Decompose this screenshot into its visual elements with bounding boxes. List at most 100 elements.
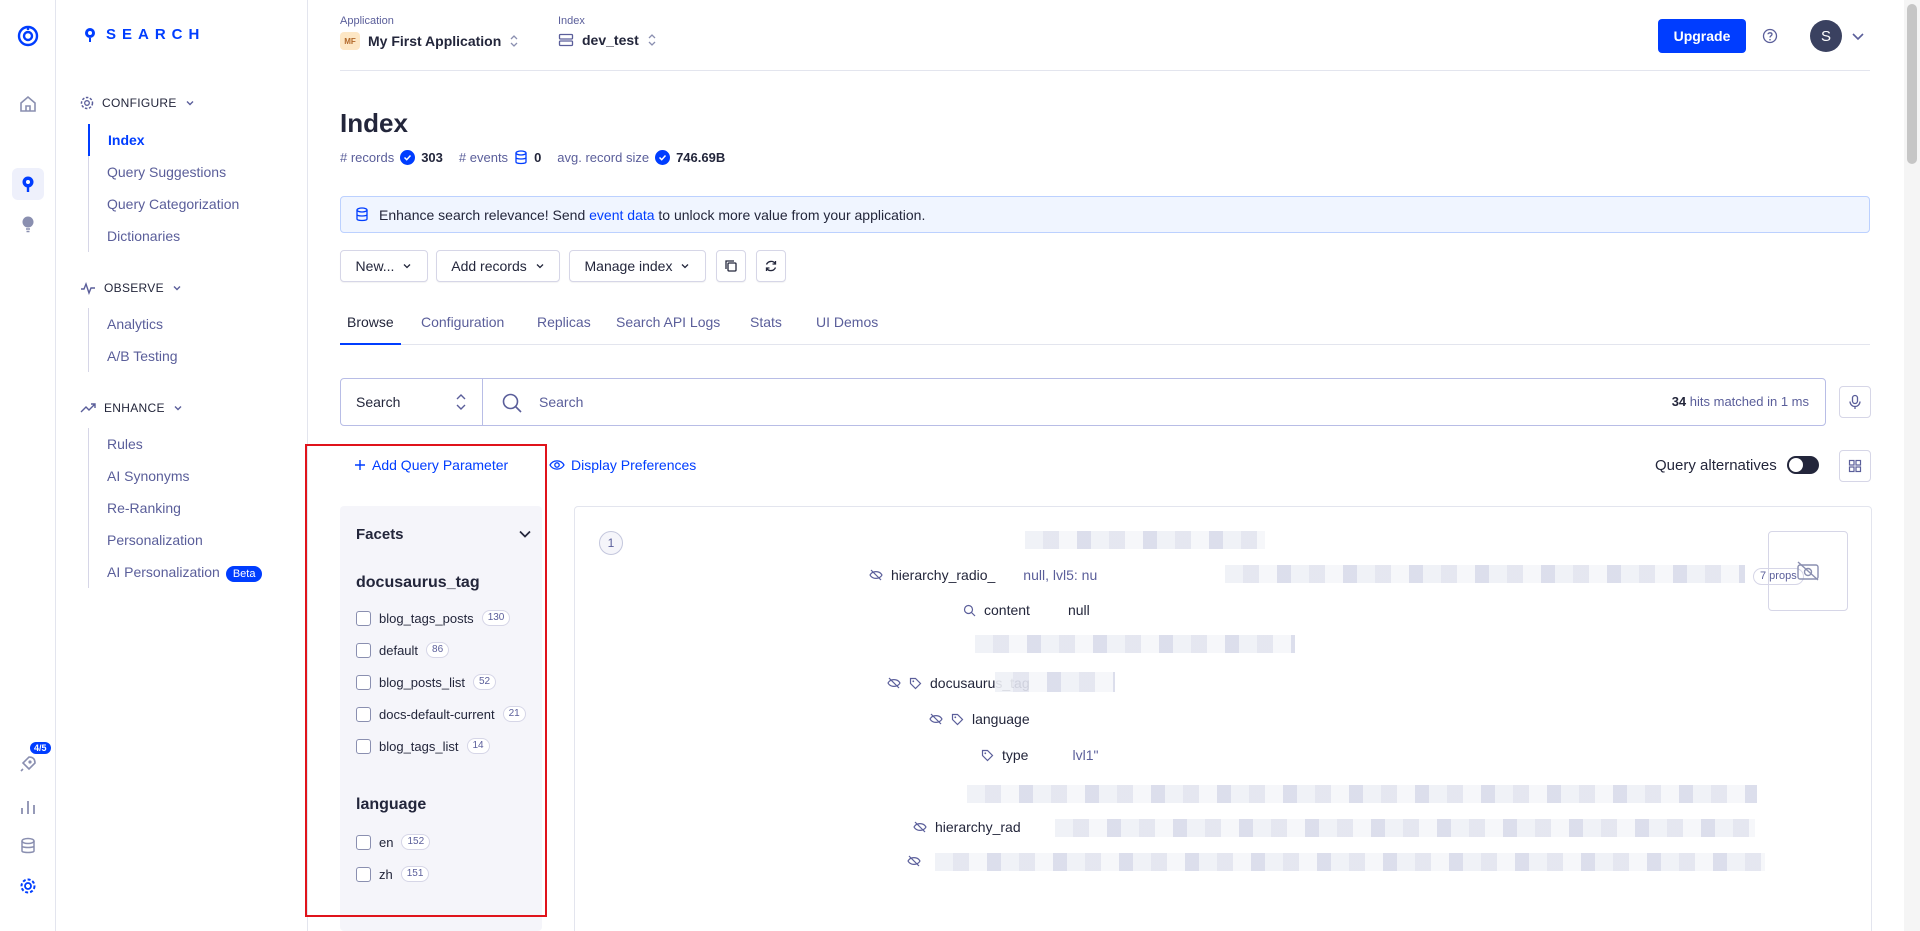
icon-rail: 4/5: [0, 0, 56, 931]
checkbox[interactable]: [356, 674, 371, 690]
sidebar-item-index[interactable]: Index: [88, 124, 239, 156]
facet-option[interactable]: blog_tags_list 14: [356, 738, 490, 754]
eye-off-icon[interactable]: [887, 677, 901, 689]
tab-search-api-logs[interactable]: Search API Logs: [609, 312, 727, 345]
index-selector[interactable]: Index dev_test: [558, 15, 657, 48]
voice-search-button[interactable]: [1839, 386, 1871, 418]
enhance-list: Rules AI Synonyms Re-Ranking Personaliza…: [88, 428, 263, 588]
sidebar-item-ab-testing[interactable]: A/B Testing: [89, 340, 178, 372]
facet-option[interactable]: blog_tags_posts 130: [356, 610, 511, 626]
search-box: Search 34 hits matched in 1 ms: [340, 378, 1826, 426]
banner-text-after: to unlock more value from your applicati…: [654, 206, 926, 223]
facet-option[interactable]: docs-default-current 21: [356, 706, 526, 722]
facet-label: docs-default-current: [379, 706, 495, 722]
search-product-icon[interactable]: [12, 168, 44, 200]
checkbox[interactable]: [356, 834, 371, 850]
manage-index-button[interactable]: Manage index: [569, 250, 706, 282]
new-dropdown-button[interactable]: New...: [340, 250, 428, 282]
hits-text: hits matched in 1 ms: [1686, 394, 1809, 409]
search-input[interactable]: [539, 391, 1439, 413]
sidebar-item-dictionaries[interactable]: Dictionaries: [89, 220, 239, 252]
checkbox[interactable]: [356, 866, 371, 882]
tab-configuration[interactable]: Configuration: [414, 312, 511, 345]
sidebar-item-ai-synonyms[interactable]: AI Synonyms: [89, 460, 262, 492]
eye-off-icon[interactable]: [913, 821, 927, 833]
redacted-value: [1055, 819, 1755, 837]
events-value: 0: [534, 150, 542, 165]
chevron-down-icon[interactable]: [518, 528, 532, 540]
account-chevron-down-icon[interactable]: [1851, 30, 1865, 42]
eye-off-icon[interactable]: [929, 713, 943, 725]
user-avatar[interactable]: S: [1810, 20, 1842, 52]
sidebar-item-query-categorization[interactable]: Query Categorization: [89, 188, 239, 220]
add-records-button[interactable]: Add records: [436, 250, 560, 282]
database-icon[interactable]: [12, 830, 44, 862]
checkbox[interactable]: [356, 706, 371, 722]
sidebar-item-rules[interactable]: Rules: [89, 428, 262, 460]
query-alternatives-toggle[interactable]: [1786, 456, 1819, 474]
facet-count: 14: [466, 738, 490, 754]
application-name: My First Application: [368, 33, 502, 49]
application-avatar: MF: [340, 32, 360, 50]
facet-label: default: [379, 642, 419, 658]
copy-button[interactable]: [716, 250, 746, 282]
microphone-icon: [1849, 394, 1861, 409]
facets-title: Facets: [356, 526, 404, 543]
algolia-logo-icon[interactable]: [12, 20, 44, 52]
tab-browse[interactable]: Browse: [340, 312, 401, 345]
banner-text-before: Enhance search relevance! Send: [379, 206, 590, 223]
checkbox[interactable]: [356, 642, 371, 658]
attribute-row: content null: [963, 602, 1090, 618]
facet-option[interactable]: default 86: [356, 642, 450, 658]
sidebar-item-personalization[interactable]: Personalization: [89, 524, 262, 556]
chevron-down-icon: [403, 264, 411, 269]
eye-off-icon[interactable]: [907, 855, 921, 867]
recommend-icon[interactable]: [12, 208, 44, 240]
redacted-value: [1025, 531, 1265, 549]
size-label: avg. record size: [557, 150, 650, 165]
enhance-section-toggle[interactable]: ENHANCE: [80, 401, 183, 415]
checkbox[interactable]: [356, 610, 371, 626]
sidebar-item-analytics[interactable]: Analytics: [89, 308, 178, 340]
sidebar-item-ai-personalization[interactable]: AI Personalization Beta: [89, 556, 263, 588]
grid-icon: [1848, 459, 1862, 473]
facet-label: blog_tags_posts: [379, 610, 474, 626]
facet-count: 21: [502, 706, 526, 722]
info-banner: Enhance search relevance! Send event dat…: [340, 196, 1870, 233]
scrollbar-thumb[interactable]: [1907, 4, 1917, 164]
observe-label: OBSERVE: [104, 281, 164, 295]
database-icon: [356, 207, 368, 222]
event-data-link[interactable]: event data: [589, 207, 654, 223]
grid-view-button[interactable]: [1839, 450, 1871, 482]
size-value: 746.69B: [676, 150, 726, 165]
facet-option[interactable]: zh 151: [356, 866, 430, 882]
home-icon[interactable]: [12, 88, 44, 120]
search-icon: [963, 604, 976, 616]
sidebar-item-re-ranking[interactable]: Re-Ranking: [89, 492, 262, 524]
brand-name: SEARCH: [106, 26, 206, 43]
observe-section-toggle[interactable]: OBSERVE: [80, 281, 182, 295]
checkbox[interactable]: [356, 738, 371, 754]
tab-ui-demos[interactable]: UI Demos: [809, 312, 885, 345]
application-selector[interactable]: Application MF My First Application: [340, 15, 519, 50]
attribute-key: content: [984, 602, 1030, 618]
tab-stats[interactable]: Stats: [743, 312, 789, 345]
configure-section-toggle[interactable]: CONFIGURE: [80, 96, 195, 110]
search-type-select[interactable]: Search: [341, 379, 483, 425]
upgrade-button[interactable]: Upgrade: [1658, 19, 1746, 53]
image-placeholder: [1768, 531, 1848, 611]
sidebar-item-query-suggestions[interactable]: Query Suggestions: [89, 156, 239, 188]
analytics-icon[interactable]: [12, 791, 44, 823]
eye-off-icon[interactable]: [869, 569, 883, 581]
tab-replicas[interactable]: Replicas: [530, 312, 598, 345]
refresh-button[interactable]: [756, 250, 786, 282]
facet-option[interactable]: blog_posts_list 52: [356, 674, 497, 690]
display-preferences-link[interactable]: Display Preferences: [549, 457, 696, 473]
add-query-parameter-link[interactable]: Add Query Parameter: [354, 457, 508, 473]
settings-gear-icon[interactable]: [12, 870, 44, 902]
brand[interactable]: SEARCH: [84, 26, 205, 43]
index-stats: # records 303 # events 0 avg. record siz…: [340, 150, 735, 165]
facet-option[interactable]: en 152: [356, 834, 431, 850]
help-icon[interactable]: [1762, 28, 1778, 44]
index-label: Index: [558, 15, 585, 27]
